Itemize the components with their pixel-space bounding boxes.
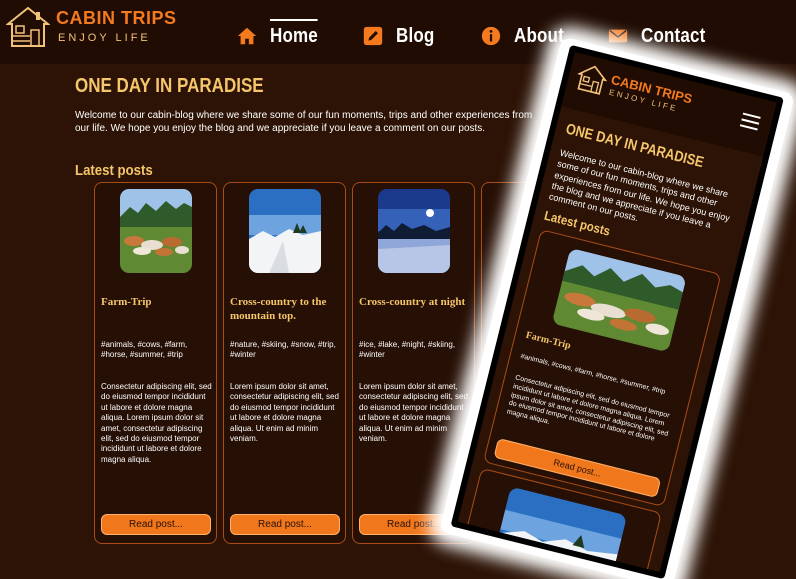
nav-contact[interactable]: Contact: [607, 20, 717, 52]
edit-icon: [363, 26, 383, 46]
post-excerpt: Consectetur adipiscing elit, sed do eius…: [101, 382, 212, 464]
intro-text: Welcome to our cabin-blog where we share…: [75, 110, 533, 134]
page-title: ONE DAY IN PARADISE: [75, 75, 264, 97]
post-title: Cross-country to the mountain top.: [230, 296, 327, 323]
post-card-farm-trip: Farm-Trip #animals, #cows, #farm, #horse…: [94, 182, 217, 544]
read-post-button[interactable]: Read post...: [230, 514, 340, 535]
info-icon: [481, 26, 501, 46]
home-icon: [237, 27, 257, 45]
post-tags: #nature, #skiing, #snow, #trip, #winter: [230, 340, 336, 360]
post-excerpt: Lorem ipsum dolor sit amet, consectetur …: [230, 382, 339, 443]
cabin-logo-icon: [576, 65, 608, 95]
brand-subtitle: ENJOY LIFE: [58, 32, 151, 44]
mobile-brand-logo[interactable]: CABIN TRIPS ENJOY LIFE: [571, 62, 697, 130]
post-title: Farm-Trip: [101, 296, 152, 308]
post-title: Cross-country at night: [359, 296, 466, 308]
nav-blog-label: Blog: [396, 24, 435, 47]
post-image-farm[interactable]: [120, 189, 192, 273]
brand-logo[interactable]: CABIN TRIPS ENJOY LIFE: [6, 6, 176, 50]
nav-contact-label: Contact: [641, 24, 706, 47]
mobile-post-image-farm[interactable]: [551, 247, 687, 353]
envelope-icon: [608, 29, 628, 43]
post-card-cross-country-mountain: Cross-country to the mountain top. #natu…: [223, 182, 346, 544]
brand-title: CABIN TRIPS: [56, 8, 177, 28]
mobile-intro-text: Welcome to our cabin-blog where we share…: [548, 147, 731, 230]
top-navigation-bar: CABIN TRIPS ENJOY LIFE Home Blog About C…: [0, 0, 796, 64]
cabin-logo-icon: [6, 6, 50, 47]
read-post-button[interactable]: Read post...: [101, 514, 211, 535]
nav-home-label: Home: [270, 18, 319, 47]
latest-posts-heading: Latest posts: [75, 162, 153, 179]
post-excerpt: Lorem ipsum dolor sit amet, consectetur …: [359, 382, 468, 443]
nav-home[interactable]: Home: [236, 18, 326, 52]
post-tags: #animals, #cows, #farm, #horse, #summer,…: [101, 340, 188, 360]
nav-about-label: About: [514, 24, 564, 47]
post-image-mountain[interactable]: [249, 189, 321, 273]
post-tags: #ice, #lake, #night, #skiing, #winter: [359, 340, 456, 360]
hamburger-menu-icon[interactable]: [739, 112, 761, 131]
nav-blog[interactable]: Blog: [362, 20, 441, 52]
mobile-post-title: Farm-Trip: [524, 329, 572, 352]
mobile-post-card: Farm-Trip #animals, #cows, #farm, #horse…: [482, 229, 722, 507]
post-image-night[interactable]: [378, 189, 450, 273]
